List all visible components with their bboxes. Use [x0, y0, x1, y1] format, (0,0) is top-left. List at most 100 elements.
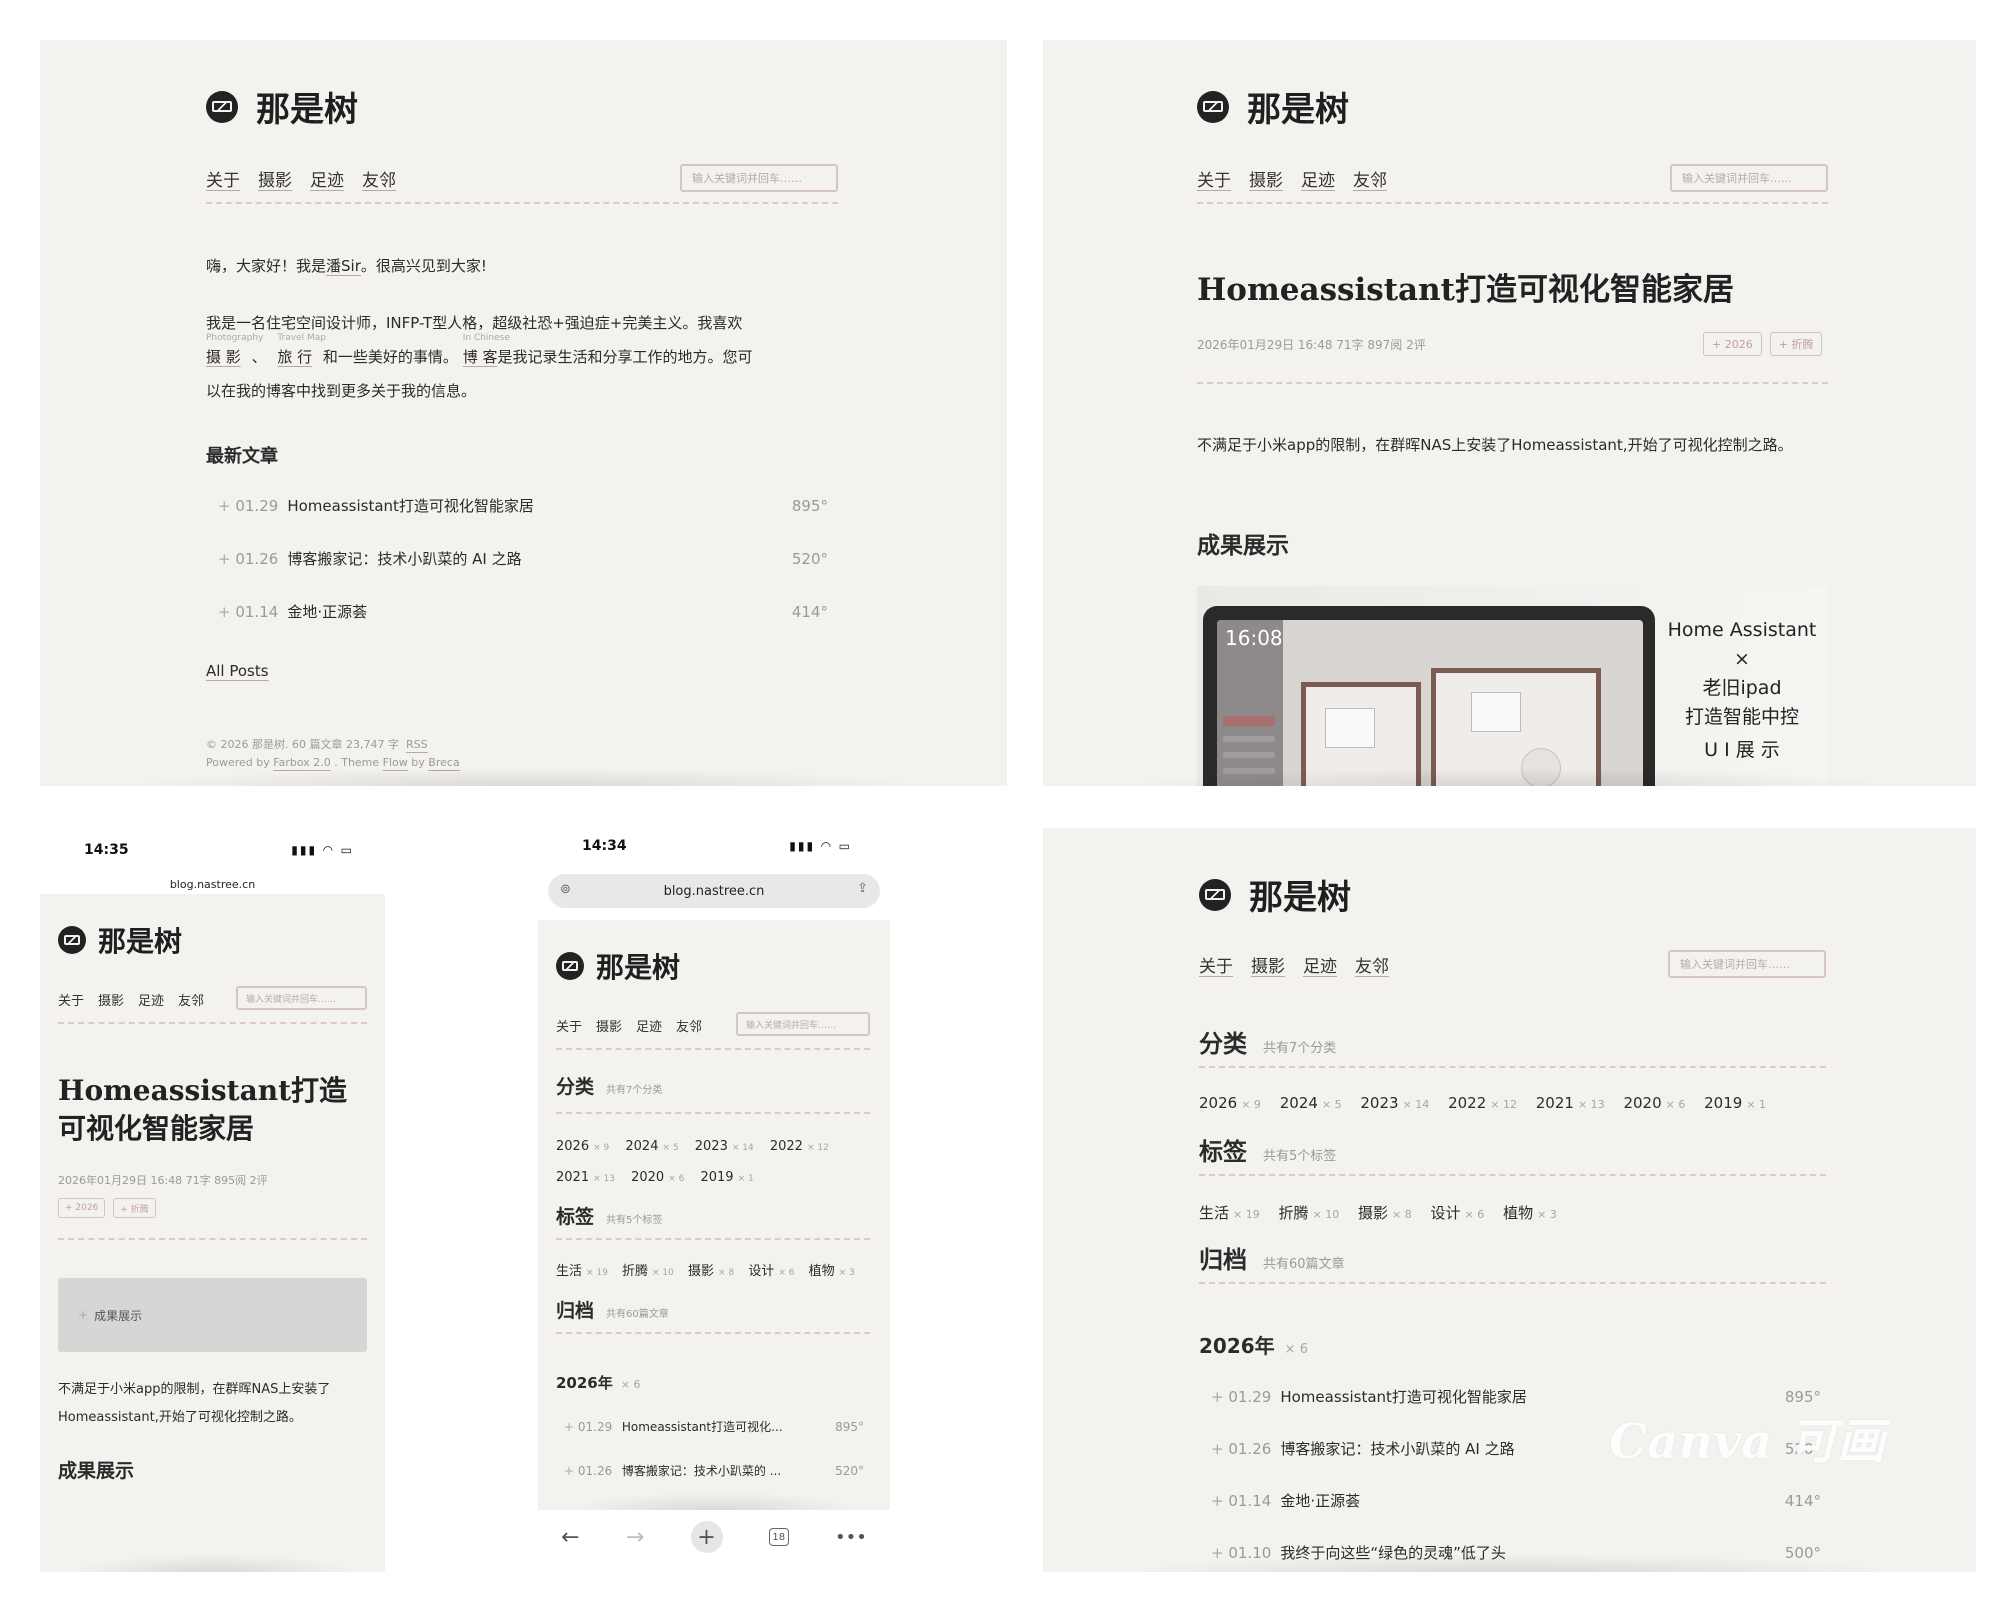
tag-2026[interactable]: + 2026 — [1703, 332, 1762, 356]
nav-travel[interactable]: 足迹 — [1303, 952, 1337, 977]
tag-name: 折腾 — [622, 1264, 649, 1279]
tag-life[interactable]: 生活 × 19 — [556, 1264, 608, 1279]
nav-photo[interactable]: 摄影 — [596, 1016, 622, 1035]
tag-count: × 10 — [652, 1268, 674, 1278]
year-2023[interactable]: 2023 × 14 — [695, 1139, 754, 1154]
nav-photo[interactable]: 摄影 — [98, 990, 124, 1009]
list-item[interactable]: + 01.10 我终于向这些“绿色的灵魂”低了头 500° — [1211, 1542, 1821, 1563]
year-title: 2026年 — [1199, 1334, 1275, 1358]
nav-friends[interactable]: 友邻 — [178, 990, 204, 1009]
reader-icon[interactable]: ⊚ — [560, 882, 571, 897]
farbox-link[interactable]: Farbox 2.0 — [273, 756, 330, 769]
tag-plants[interactable]: 植物 × 3 — [1503, 1204, 1557, 1222]
forward-icon[interactable]: → — [626, 1525, 644, 1550]
nav-friends[interactable]: 友邻 — [362, 166, 396, 191]
year-count: × 9 — [1241, 1098, 1261, 1111]
site-logo[interactable]: 那是树 — [1199, 870, 1351, 919]
year-2022[interactable]: 2022 × 12 — [770, 1139, 829, 1154]
year-2020[interactable]: 2020 × 6 — [1623, 1094, 1685, 1112]
all-posts-link[interactable]: All Posts — [206, 662, 269, 680]
nav-about[interactable]: 关于 — [58, 990, 84, 1009]
toc-box[interactable]: + 成果展示 — [58, 1278, 367, 1352]
year-2021[interactable]: 2021 × 13 — [1536, 1094, 1605, 1112]
hero-line1: Home Assistant — [1667, 619, 1817, 641]
year-2020[interactable]: 2020 × 6 — [631, 1170, 684, 1185]
nav-travel[interactable]: 足迹 — [310, 166, 344, 191]
tag-tinker[interactable]: 折腾 × 10 — [622, 1264, 674, 1279]
list-item[interactable]: + 01.29 Homeassistant打造可视化... 895° — [564, 1418, 864, 1435]
section-divider — [556, 1332, 870, 1334]
nav-photo[interactable]: 摄影 — [258, 166, 292, 191]
greeting: 嗨，大家好！我是潘Sir。很高兴见到大家! — [206, 255, 487, 276]
nav-about[interactable]: 关于 — [556, 1016, 582, 1035]
year-2026[interactable]: 2026 × 9 — [556, 1139, 609, 1154]
site-logo[interactable]: 那是树 — [1197, 82, 1349, 131]
nav-photo[interactable]: 摄影 — [1249, 166, 1283, 191]
search-input[interactable]: 输入关键词并回车…… — [236, 986, 367, 1010]
search-input[interactable]: 输入关键词并回车…… — [1670, 164, 1828, 192]
nav-friends[interactable]: 友邻 — [676, 1016, 702, 1035]
year-2024[interactable]: 2024 × 5 — [625, 1139, 678, 1154]
list-item[interactable]: + 01.29 Homeassistant打造可视化智能家居 895° — [218, 495, 828, 516]
tag-plants[interactable]: 植物 × 3 — [809, 1264, 855, 1279]
categories-heading: 分类 共有7个分类 — [1199, 1024, 1336, 1059]
archive-title: 归档 — [1199, 1246, 1247, 1274]
tag-tinker[interactable]: + 折腾 — [113, 1198, 156, 1218]
search-input[interactable]: 输入关键词并回车…… — [736, 1012, 870, 1036]
nav-friends[interactable]: 友邻 — [1353, 166, 1387, 191]
year-2019[interactable]: 2019 × 1 — [700, 1170, 753, 1185]
plus-icon: + — [218, 549, 236, 568]
tag-2026[interactable]: + 2026 — [58, 1198, 106, 1218]
tag-photo[interactable]: 摄影 × 8 — [688, 1264, 734, 1279]
year-count: × 12 — [1490, 1098, 1517, 1111]
year-2019[interactable]: 2019 × 1 — [1704, 1094, 1766, 1112]
year-2024[interactable]: 2024 × 5 — [1280, 1094, 1342, 1112]
breca-link[interactable]: Breca — [428, 756, 459, 769]
search-input[interactable]: 输入关键词并回车…… — [1668, 950, 1826, 978]
list-item[interactable]: + 01.26 博客搬家记：技术小趴菜的 ... 520° — [564, 1462, 864, 1479]
back-icon[interactable]: ← — [561, 1525, 579, 1550]
site-logo[interactable]: 那是树 — [58, 920, 182, 960]
plus-icon: + — [218, 496, 236, 515]
tag-tinker[interactable]: 折腾 × 10 — [1279, 1204, 1340, 1222]
nav-about[interactable]: 关于 — [206, 166, 240, 191]
tag-tinker[interactable]: + 折腾 — [1769, 332, 1823, 356]
year-2021[interactable]: 2021 × 13 — [556, 1170, 615, 1185]
year-2022[interactable]: 2022 × 12 — [1448, 1094, 1517, 1112]
new-tab-icon[interactable]: + — [690, 1521, 723, 1553]
rss-link[interactable]: RSS — [406, 738, 428, 751]
nav-travel[interactable]: 足迹 — [138, 990, 164, 1009]
site-logo[interactable]: 那是树 — [556, 946, 680, 986]
more-icon[interactable]: ••• — [835, 1527, 867, 1548]
section-heading: 成果展示 — [58, 1460, 135, 1482]
tabs-icon[interactable]: 18 — [768, 1528, 789, 1546]
tag-design[interactable]: 设计 × 6 — [748, 1264, 794, 1279]
author-link[interactable]: 潘Sir — [326, 257, 361, 275]
nav-about[interactable]: 关于 — [1199, 952, 1233, 977]
flow-link[interactable]: Flow — [383, 756, 408, 769]
list-item[interactable]: + 01.14 金地·正源荟 414° — [1211, 1490, 1821, 1511]
nav-travel[interactable]: 足迹 — [636, 1016, 662, 1035]
tag-design[interactable]: 设计 × 6 — [1431, 1204, 1485, 1222]
blog-link[interactable]: In Chinese 博 客 — [463, 333, 510, 367]
site-logo[interactable]: 那是树 — [206, 82, 358, 131]
year-2026[interactable]: 2026 × 9 — [1199, 1094, 1261, 1112]
search-input[interactable]: 输入关键词并回车…… — [680, 164, 838, 192]
intro-mid: 和一些美好的事情。 — [322, 348, 458, 366]
main-nav: 关于 摄影 足迹 友邻 — [556, 1016, 702, 1035]
nav-photo[interactable]: 摄影 — [1251, 952, 1285, 977]
nav-about[interactable]: 关于 — [1197, 166, 1231, 191]
photo-link[interactable]: Photography 摄 影 — [206, 333, 263, 367]
year-2023[interactable]: 2023 × 14 — [1360, 1094, 1429, 1112]
tag-photo[interactable]: 摄影 × 8 — [1358, 1204, 1412, 1222]
tag-count: × 6 — [778, 1268, 795, 1278]
travel-link[interactable]: Travel Map 旅 行 — [277, 333, 326, 367]
address-bar[interactable]: ⊚ blog.nastree.cn ⇪ — [548, 874, 880, 908]
share-icon[interactable]: ⇪ — [857, 881, 868, 896]
nav-travel[interactable]: 足迹 — [1301, 166, 1335, 191]
tag-life[interactable]: 生活 × 19 — [1199, 1204, 1260, 1222]
list-item[interactable]: + 01.26 博客搬家记：技术小趴菜的 AI 之路 520° — [218, 548, 828, 569]
url-label[interactable]: blog.nastree.cn — [40, 878, 385, 891]
list-item[interactable]: + 01.14 金地·正源荟 414° — [218, 601, 828, 622]
nav-friends[interactable]: 友邻 — [1355, 952, 1389, 977]
